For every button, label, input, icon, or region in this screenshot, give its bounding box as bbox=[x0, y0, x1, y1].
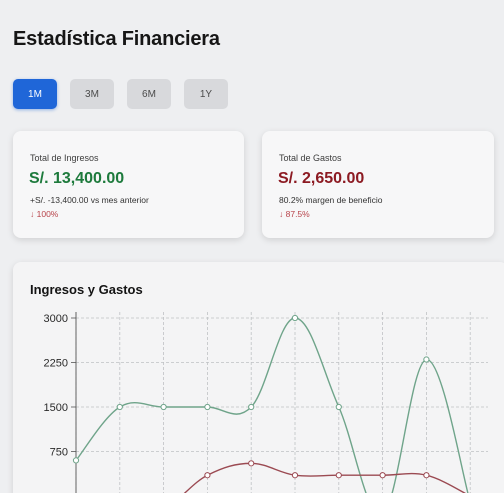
period-tabs: 1M 3M 6M 1Y bbox=[13, 79, 228, 109]
series-1-point bbox=[116, 403, 123, 411]
expense-card: Total de Gastos S/. 2,650.00 80.2% marge… bbox=[262, 131, 494, 238]
y-tick-label: 750 bbox=[50, 447, 68, 459]
series-2-point bbox=[379, 472, 386, 479]
income-card: Total de Ingresos S/. 13,400.00 +S/. -13… bbox=[13, 131, 244, 238]
series-line-1 bbox=[75, 317, 469, 493]
series-1-point bbox=[204, 403, 211, 411]
income-expense-chart: 3000 2250 1500 750 bbox=[44, 312, 488, 493]
profit-margin: 80.2% margen de beneficio bbox=[279, 195, 383, 205]
series-1-point bbox=[72, 457, 80, 464]
series-1-point bbox=[248, 403, 255, 411]
tab-1m[interactable]: 1M bbox=[13, 79, 57, 109]
y-tick-label: 3000 bbox=[44, 313, 68, 325]
income-expense-chart-card: Ingresos y Gastos 3000 2250 1500 750 bbox=[13, 262, 504, 493]
series-1-point bbox=[160, 403, 167, 411]
y-tick-label: 2250 bbox=[44, 358, 68, 370]
tab-3m[interactable]: 3M bbox=[70, 79, 114, 109]
y-tick-label: 1500 bbox=[44, 402, 68, 414]
series-line-2 bbox=[183, 462, 467, 493]
income-value: S/. 13,400.00 bbox=[29, 170, 125, 187]
series-2-point bbox=[291, 472, 299, 479]
page-title: Estadística Financiera bbox=[13, 28, 220, 50]
series-2-point bbox=[335, 472, 342, 479]
expense-value: S/. 2,650.00 bbox=[278, 170, 365, 187]
series-2-point bbox=[204, 472, 211, 479]
tab-6m[interactable]: 6M bbox=[127, 79, 171, 109]
series-1-point bbox=[291, 314, 299, 322]
income-label: Total de Ingresos bbox=[30, 153, 99, 163]
series-2-point bbox=[423, 472, 430, 479]
income-change: ↓ 100% bbox=[30, 209, 59, 219]
income-comparison: +S/. -13,400.00 vs mes anterior bbox=[30, 195, 149, 205]
series-1-point bbox=[423, 356, 430, 363]
series-2-point bbox=[248, 460, 255, 467]
series-1-point bbox=[335, 403, 342, 411]
expense-label: Total de Gastos bbox=[279, 153, 342, 163]
expense-change: ↓ 87.5% bbox=[279, 209, 310, 219]
tab-1y[interactable]: 1Y bbox=[184, 79, 228, 109]
